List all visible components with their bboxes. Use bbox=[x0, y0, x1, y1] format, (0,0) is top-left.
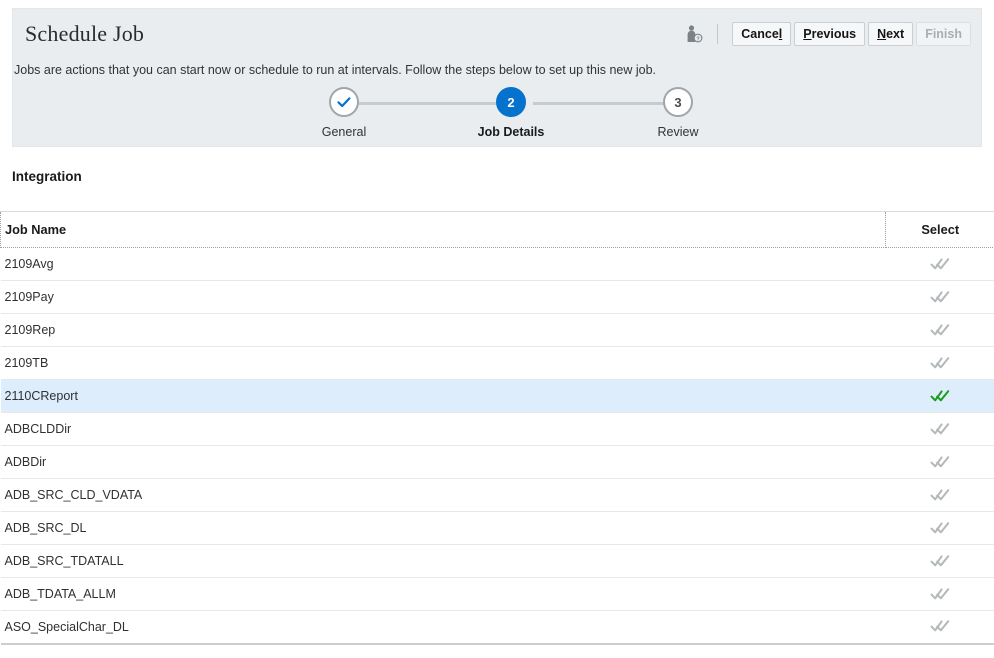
person-question-icon[interactable]: ? bbox=[679, 20, 709, 48]
section-title: Integration bbox=[12, 169, 82, 184]
cell-select[interactable] bbox=[885, 610, 994, 645]
jobs-table-container: Job Name Select 2109Avg 2109Pay 2109Rep 210… bbox=[0, 211, 994, 645]
table-row[interactable]: 2109TB bbox=[0, 346, 994, 380]
wizard-step-train: General 2 Job Details 3 Review bbox=[263, 81, 763, 143]
column-header-select[interactable]: Select bbox=[885, 211, 994, 248]
table-row[interactable]: ADBCLDDir bbox=[0, 412, 994, 446]
cell-job-name: 2109TB bbox=[0, 346, 886, 380]
page-title: Schedule Job bbox=[25, 21, 145, 46]
table-row[interactable]: ADB_SRC_DL bbox=[0, 511, 994, 545]
double-check-icon[interactable] bbox=[928, 287, 952, 307]
table-row[interactable]: ADB_TDATA_ALLM bbox=[0, 577, 994, 611]
cell-select[interactable] bbox=[885, 577, 994, 611]
step-marker-number: 2 bbox=[496, 87, 526, 117]
cell-job-name: 2109Pay bbox=[0, 280, 886, 314]
page-description: Jobs are actions that you can start now … bbox=[14, 63, 657, 77]
table-row[interactable]: ADBDir bbox=[0, 445, 994, 479]
cell-select[interactable] bbox=[885, 280, 994, 314]
step-label-review: Review bbox=[657, 125, 699, 139]
cell-select[interactable] bbox=[885, 544, 994, 578]
double-check-icon[interactable] bbox=[928, 320, 952, 340]
previous-button[interactable]: Previous bbox=[794, 22, 866, 46]
jobs-table-body: 2109Avg 2109Pay 2109Rep 2109TB 2110CReport AD… bbox=[0, 247, 994, 645]
cell-select[interactable] bbox=[885, 313, 994, 347]
column-header-job-name[interactable]: Job Name bbox=[0, 211, 886, 248]
double-check-icon[interactable] bbox=[928, 518, 952, 538]
double-check-icon[interactable] bbox=[928, 452, 952, 472]
step-label-general: General bbox=[321, 125, 367, 139]
wizard-header-panel: Schedule Job ? Cancel Previous Next Fini… bbox=[12, 8, 982, 147]
next-button[interactable]: Next bbox=[868, 22, 914, 46]
cell-select[interactable] bbox=[885, 478, 994, 512]
cancel-button[interactable]: Cancel bbox=[732, 22, 792, 46]
jobs-table: Job Name Select 2109Avg 2109Pay 2109Rep 210… bbox=[0, 211, 994, 645]
table-row[interactable]: 2110CReport bbox=[0, 379, 994, 413]
cell-job-name: ADB_SRC_TDATALL bbox=[0, 544, 886, 578]
cell-select[interactable] bbox=[885, 346, 994, 380]
double-check-icon[interactable] bbox=[928, 254, 952, 274]
step-marker-check-icon bbox=[329, 87, 359, 117]
table-header-row: Job Name Select bbox=[0, 211, 994, 248]
cell-job-name: ASO_SpecialChar_DL bbox=[0, 610, 886, 645]
cell-select[interactable] bbox=[885, 247, 994, 281]
cell-job-name: ADB_SRC_CLD_VDATA bbox=[0, 478, 886, 512]
cell-select[interactable] bbox=[885, 412, 994, 446]
wizard-step-job-details[interactable]: 2 Job Details bbox=[456, 81, 566, 139]
cell-select[interactable] bbox=[885, 379, 994, 413]
table-row[interactable]: ASO_SpecialChar_DL bbox=[0, 610, 994, 645]
double-check-icon[interactable] bbox=[928, 616, 952, 636]
jobs-table-head: Job Name Select bbox=[0, 211, 994, 248]
cell-job-name: ADB_SRC_DL bbox=[0, 511, 886, 545]
cell-select[interactable] bbox=[885, 511, 994, 545]
toolbar-divider bbox=[717, 24, 719, 44]
finish-button: Finish bbox=[916, 22, 971, 46]
double-check-icon[interactable] bbox=[928, 419, 952, 439]
cell-job-name: 2109Rep bbox=[0, 313, 886, 347]
table-row[interactable]: 2109Avg bbox=[0, 247, 994, 281]
wizard-toolbar: ? Cancel Previous Next Finish bbox=[679, 20, 971, 48]
cell-job-name: ADBCLDDir bbox=[0, 412, 886, 446]
svg-text:?: ? bbox=[697, 36, 700, 42]
table-row[interactable]: ADB_SRC_CLD_VDATA bbox=[0, 478, 994, 512]
double-check-icon[interactable] bbox=[928, 485, 952, 505]
wizard-step-review[interactable]: 3 Review bbox=[623, 81, 733, 139]
cell-select[interactable] bbox=[885, 445, 994, 479]
wizard-step-general[interactable]: General bbox=[289, 81, 399, 139]
table-row[interactable]: ADB_SRC_TDATALL bbox=[0, 544, 994, 578]
table-row[interactable]: 2109Rep bbox=[0, 313, 994, 347]
cell-job-name: 2109Avg bbox=[0, 247, 886, 281]
double-check-icon[interactable] bbox=[928, 584, 952, 604]
step-label-job-details: Job Details bbox=[477, 125, 545, 139]
cell-job-name: 2110CReport bbox=[0, 379, 886, 413]
double-check-icon[interactable] bbox=[928, 386, 952, 406]
double-check-icon[interactable] bbox=[928, 353, 952, 373]
table-row[interactable]: 2109Pay bbox=[0, 280, 994, 314]
step-marker-number: 3 bbox=[663, 87, 693, 117]
cell-job-name: ADBDir bbox=[0, 445, 886, 479]
double-check-icon[interactable] bbox=[928, 551, 952, 571]
cell-job-name: ADB_TDATA_ALLM bbox=[0, 577, 886, 611]
